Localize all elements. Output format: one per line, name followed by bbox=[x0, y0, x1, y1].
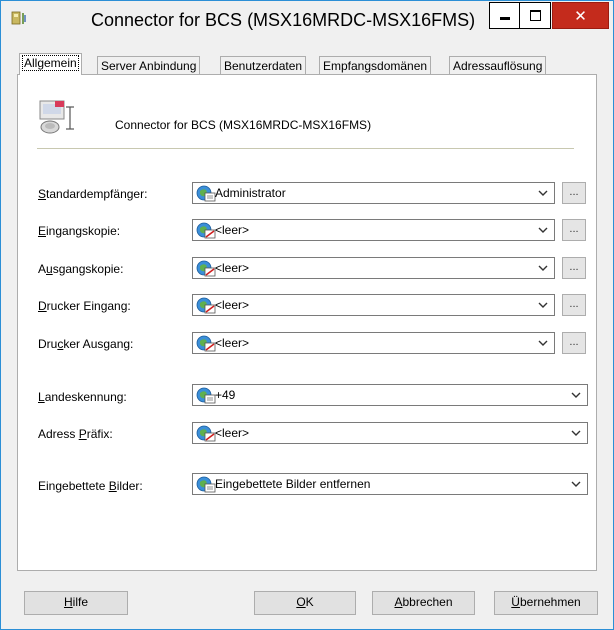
empty-contact-icon bbox=[196, 425, 216, 442]
browse-eingangskopie-button[interactable]: ... bbox=[562, 219, 586, 241]
chevron-down-icon[interactable] bbox=[538, 264, 548, 272]
tab-label: Benutzerdaten bbox=[224, 59, 303, 73]
label-ausgangskopie: Ausgangskopie: bbox=[38, 262, 124, 276]
empty-contact-icon bbox=[196, 297, 216, 314]
label-landeskennung: Landeskennung: bbox=[38, 390, 127, 404]
maximize-icon bbox=[529, 10, 541, 21]
browse-ausgangskopie-button[interactable]: ... bbox=[562, 257, 586, 279]
combo-value: <leer> bbox=[215, 298, 250, 312]
adress-praefix-combo[interactable]: <leer> bbox=[192, 422, 588, 444]
eingangskopie-combo[interactable]: <leer> bbox=[192, 219, 555, 241]
tab-benutzerdaten[interactable]: Benutzerdaten bbox=[220, 56, 307, 74]
tab-adressaufloesung[interactable]: Adressauflösung bbox=[449, 56, 547, 74]
label-drucker-eingang: Drucker Eingang: bbox=[38, 299, 131, 313]
connector-icon bbox=[39, 100, 74, 134]
contact-icon bbox=[196, 476, 216, 493]
combo-value: <leer> bbox=[215, 223, 250, 237]
label-adress-praefix: Adress Präfix: bbox=[38, 427, 113, 441]
tab-allgemein[interactable]: Allgemein bbox=[19, 53, 82, 75]
drucker-ausgang-combo[interactable]: <leer> bbox=[192, 332, 555, 354]
browse-standardempfaenger-button[interactable]: ... bbox=[562, 182, 586, 204]
header-separator bbox=[37, 148, 574, 149]
title-bar[interactable]: Connector for BCS (MSX16MRDC-MSX16FMS) ✕ bbox=[1, 1, 613, 39]
combo-value: Eingebettete Bilder entfernen bbox=[215, 477, 371, 491]
drucker-eingang-combo[interactable]: <leer> bbox=[192, 294, 555, 316]
close-icon: ✕ bbox=[574, 6, 587, 25]
combo-value: <leer> bbox=[215, 261, 250, 275]
close-button[interactable]: ✕ bbox=[552, 2, 609, 29]
empty-contact-icon bbox=[196, 260, 216, 277]
tab-server-anbindung[interactable]: Server Anbindung bbox=[97, 56, 201, 74]
tab-strip: Allgemein Server Anbindung Benutzerdaten… bbox=[17, 53, 597, 75]
combo-value: <leer> bbox=[215, 426, 250, 440]
contact-icon bbox=[196, 185, 216, 202]
chevron-down-icon[interactable] bbox=[571, 429, 581, 437]
ok-button[interactable]: OK bbox=[254, 591, 356, 615]
tab-label: Server Anbindung bbox=[101, 59, 197, 73]
tab-panel-allgemein: Connector for BCS (MSX16MRDC-MSX16FMS) S… bbox=[17, 74, 597, 571]
label-eingangskopie: Eingangskopie: bbox=[38, 224, 121, 238]
minimize-icon bbox=[499, 17, 510, 20]
ausgangskopie-combo[interactable]: <leer> bbox=[192, 257, 555, 279]
contact-icon bbox=[196, 387, 216, 404]
chevron-down-icon[interactable] bbox=[538, 226, 548, 234]
apply-button[interactable]: Übernehmen bbox=[494, 591, 598, 615]
chevron-down-icon[interactable] bbox=[538, 301, 548, 309]
maximize-button[interactable] bbox=[520, 2, 551, 29]
tab-label: Allgemein bbox=[22, 55, 79, 71]
label-drucker-ausgang: Drucker Ausgang: bbox=[38, 337, 134, 351]
cancel-button[interactable]: Abbrechen bbox=[372, 591, 475, 615]
combo-value: Administrator bbox=[215, 186, 286, 200]
empty-contact-icon bbox=[196, 222, 216, 239]
minimize-button[interactable] bbox=[489, 2, 520, 29]
chevron-down-icon[interactable] bbox=[571, 391, 581, 399]
tab-label: Empfangsdomänen bbox=[323, 59, 428, 73]
connector-name: Connector for BCS (MSX16MRDC-MSX16FMS) bbox=[115, 118, 372, 132]
empty-contact-icon bbox=[196, 335, 216, 352]
browse-drucker-eingang-button[interactable]: ... bbox=[562, 294, 586, 316]
tab-label: Adressauflösung bbox=[453, 59, 543, 73]
window-title: Connector for BCS (MSX16MRDC-MSX16FMS) bbox=[91, 10, 476, 30]
help-button[interactable]: Hilfe bbox=[24, 591, 128, 615]
combo-value: <leer> bbox=[215, 336, 250, 350]
chevron-down-icon[interactable] bbox=[571, 480, 581, 488]
connector-app-icon[interactable] bbox=[11, 10, 27, 28]
chevron-down-icon[interactable] bbox=[538, 339, 548, 347]
standardempfaenger-combo[interactable]: Administrator bbox=[192, 182, 555, 204]
label-standardempfaenger: Standardempfänger: bbox=[38, 187, 148, 201]
chevron-down-icon[interactable] bbox=[538, 189, 548, 197]
combo-value: +49 bbox=[215, 388, 236, 402]
landeskennung-combo[interactable]: +49 bbox=[192, 384, 588, 406]
label-eingebettete-bilder: Eingebettete Bilder: bbox=[38, 479, 143, 493]
dialog-window: Connector for BCS (MSX16MRDC-MSX16FMS) ✕… bbox=[0, 0, 614, 630]
eingebettete-bilder-combo[interactable]: Eingebettete Bilder entfernen bbox=[192, 473, 588, 495]
tab-empfangsdomaenen[interactable]: Empfangsdomänen bbox=[319, 56, 432, 74]
browse-drucker-ausgang-button[interactable]: ... bbox=[562, 332, 586, 354]
